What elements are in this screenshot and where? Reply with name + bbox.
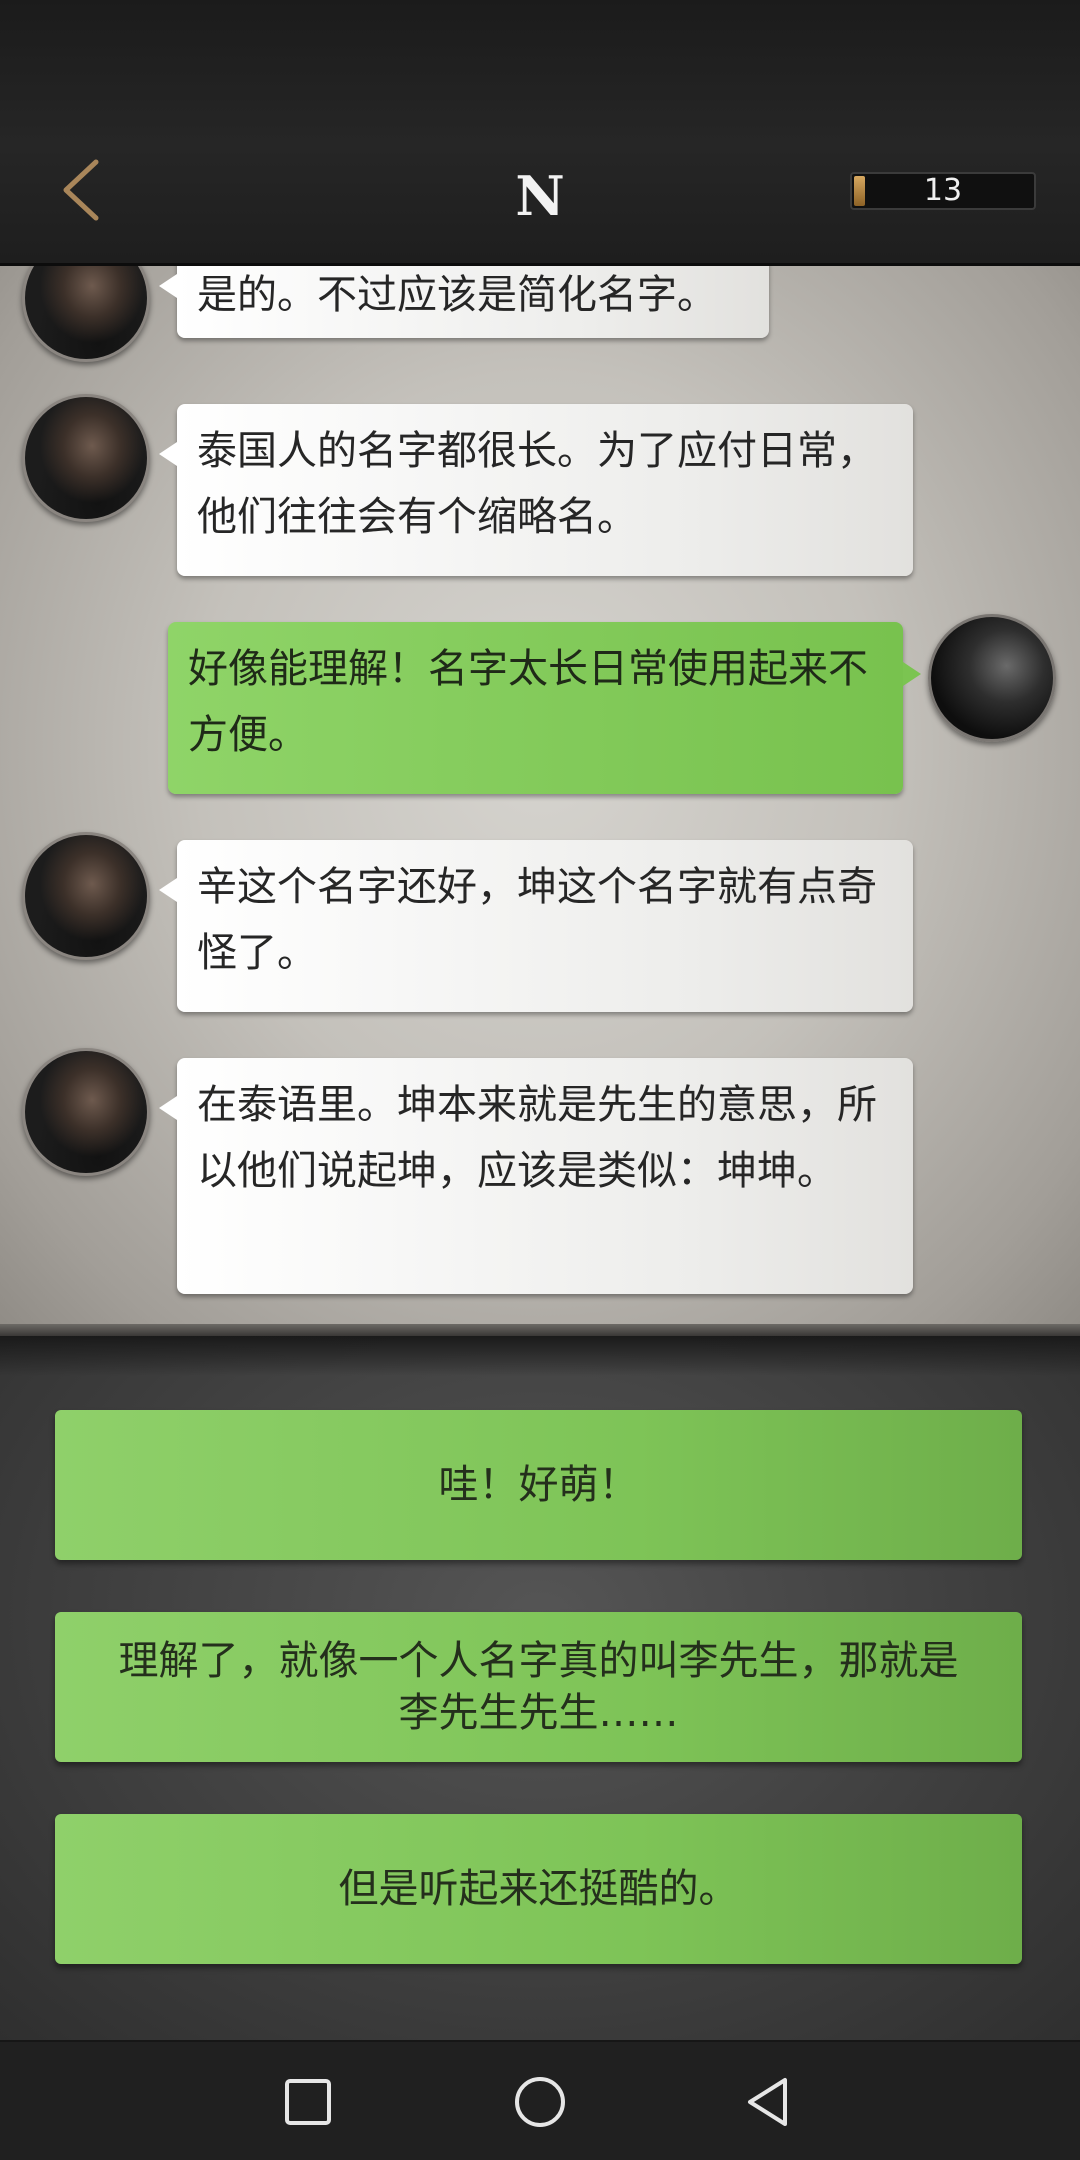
reply-option[interactable]: 但是听起来还挺酷的。 [55,1814,1022,1964]
home-circle-icon [515,2077,565,2127]
top-bar: N 13 [0,0,1080,266]
page-title: N [515,164,565,228]
message-bubble: 泰国人的名字都很长。为了应付日常，他们往往会有个缩略名。 [159,404,913,576]
reply-option[interactable]: 哇！好萌！ [55,1410,1022,1560]
reply-option[interactable]: 理解了，就像一个人名字真的叫李先生，那就是李先生先生…… [55,1612,1022,1762]
chat-area[interactable]: 是的。不过应该是简化名字。 泰国人的名字都很长。为了应付日常，他们往往会有个缩略… [0,266,1080,1336]
chevron-left-icon [63,159,99,221]
contact-avatar[interactable] [22,266,150,362]
back-triangle-icon [748,2078,787,2126]
energy-meter: 13 [850,172,1036,210]
back-nav-button[interactable] [728,2062,808,2142]
reply-options-panel: 哇！好萌！ 理解了，就像一个人名字真的叫李先生，那就是李先生先生…… 但是听起来… [0,1336,1080,2040]
home-button[interactable] [500,2062,580,2142]
contact-avatar[interactable] [22,832,150,960]
self-avatar[interactable] [928,614,1056,742]
recents-square-icon [285,2079,331,2125]
message-bubble: 是的。不过应该是简化名字。 [159,266,769,338]
message-bubble: 好像能理解！名字太长日常使用起来不方便。 [168,622,921,794]
contact-avatar[interactable] [22,394,150,522]
back-button[interactable] [52,150,112,230]
message-bubble: 在泰语里。坤本来就是先生的意思，所以他们说起坤，应该是类似：坤坤。 [159,1058,913,1294]
recents-button[interactable] [268,2062,348,2142]
contact-avatar[interactable] [22,1048,150,1176]
system-navigation-bar [0,2040,1080,2160]
energy-count: 13 [923,173,963,208]
message-bubble: 辛这个名字还好，坤这个名字就有点奇怪了。 [159,840,913,1012]
